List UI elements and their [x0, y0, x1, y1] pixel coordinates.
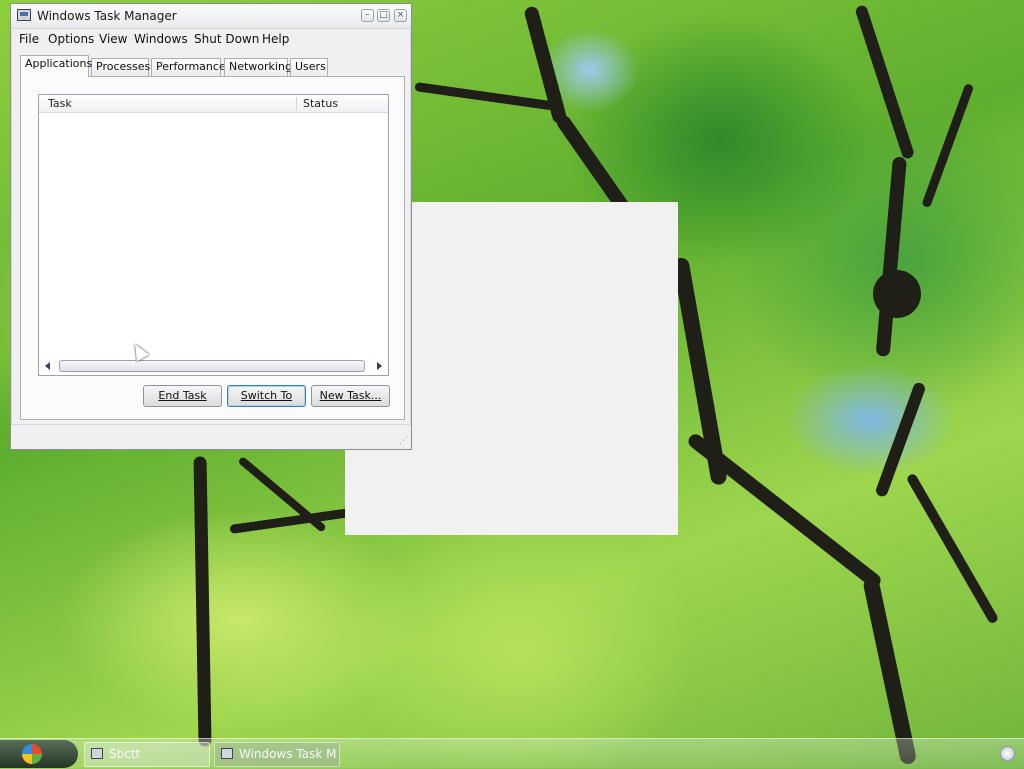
column-divider[interactable]: [296, 97, 297, 110]
tab-users[interactable]: Users: [290, 58, 328, 76]
tab-applications[interactable]: Applications: [20, 55, 92, 77]
unresponsive-window-area-top: [412, 202, 678, 450]
minimize-icon[interactable]: –: [361, 9, 374, 22]
menu-options[interactable]: Options: [48, 32, 94, 46]
task-manager-window: Windows Task Manager – □ × File Options …: [10, 3, 412, 450]
start-button[interactable]: [0, 740, 78, 768]
task-list[interactable]: Task Status: [38, 94, 389, 376]
taskbar-item-task-manager[interactable]: Windows Task M: [214, 742, 340, 767]
new-task-button[interactable]: New Task...: [311, 385, 390, 407]
tray-show-hidden-icon[interactable]: [1000, 746, 1015, 761]
column-task[interactable]: Task: [48, 97, 72, 110]
scrollbar-thumb[interactable]: [59, 360, 365, 372]
scroll-right-icon[interactable]: [377, 362, 382, 370]
menu-view[interactable]: View: [99, 32, 127, 46]
list-header: Task Status: [39, 95, 388, 113]
tab-strip: Applications Processes Performance Netwo…: [20, 55, 411, 77]
menu-bar: File Options View Windows Shut Down Help: [11, 28, 411, 50]
taskbar: Sbctt Windows Task M: [0, 738, 1024, 769]
taskbar-item-sbctt[interactable]: Sbctt: [84, 742, 210, 767]
tab-processes[interactable]: Processes: [91, 58, 150, 76]
horizontal-scrollbar[interactable]: [39, 357, 388, 375]
maximize-icon[interactable]: □: [377, 9, 390, 22]
task-manager-icon: [17, 9, 31, 21]
menu-shut-down[interactable]: Shut Down: [194, 32, 259, 46]
menu-windows[interactable]: Windows: [134, 32, 188, 46]
column-status[interactable]: Status: [303, 97, 338, 110]
scroll-left-icon[interactable]: [45, 362, 50, 370]
status-bar: ⋰: [11, 424, 411, 449]
task-manager-icon: [221, 748, 233, 759]
windows-logo-icon: [22, 744, 42, 764]
close-icon[interactable]: ×: [394, 9, 407, 22]
tab-networking[interactable]: Networking: [224, 58, 292, 76]
end-task-button[interactable]: End Task: [143, 385, 222, 407]
menu-file[interactable]: File: [19, 32, 39, 46]
title-bar[interactable]: Windows Task Manager – □ ×: [11, 4, 411, 29]
tab-performance[interactable]: Performance: [151, 58, 226, 76]
window-title: Windows Task Manager: [37, 9, 177, 23]
applications-panel: Task Status End Task Switch To New Task.…: [20, 76, 405, 420]
window-icon: [91, 748, 103, 759]
switch-to-button[interactable]: Switch To: [227, 385, 306, 407]
resize-grip-icon[interactable]: ⋰: [399, 436, 408, 446]
menu-help[interactable]: Help: [262, 32, 289, 46]
